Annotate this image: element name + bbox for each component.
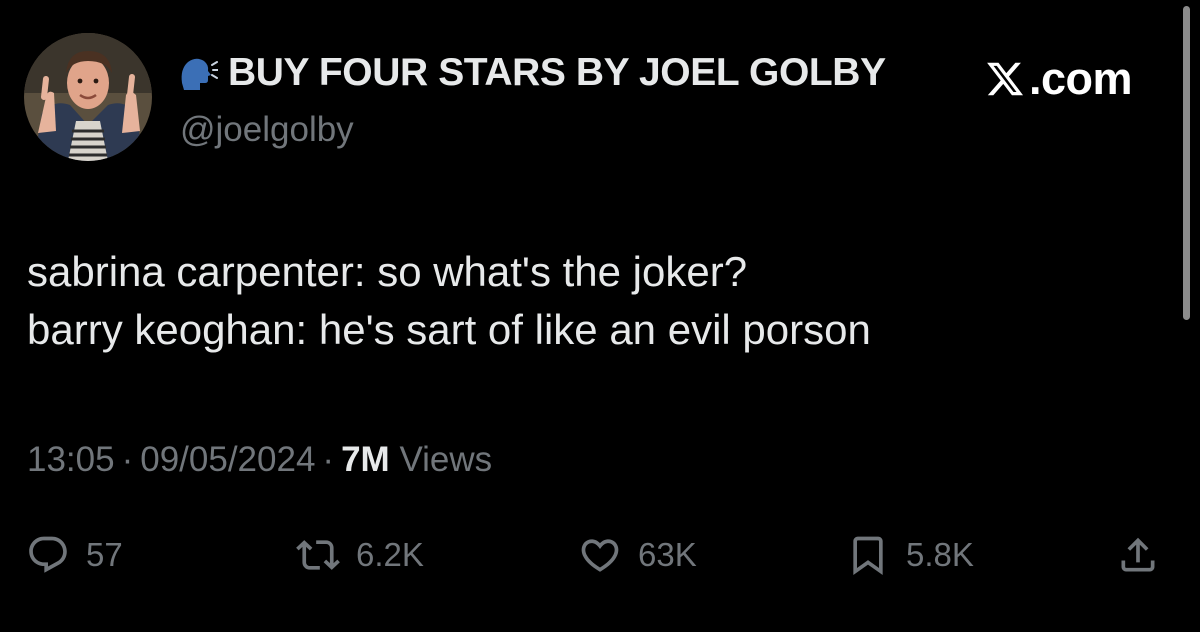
share-icon: [1121, 537, 1155, 572]
x-logo-icon: [987, 62, 1024, 96]
tweet-line: barry keoghan: he's sart of like an evil…: [27, 306, 871, 353]
meta-separator: ·: [121, 440, 134, 479]
like-count: 63K: [638, 536, 697, 573]
tweet-time[interactable]: 13:05: [27, 440, 115, 479]
tweet-line: sabrina carpenter: so what's the joker?: [27, 248, 748, 295]
bookmark-icon: [853, 536, 883, 576]
repost-count: 6.2K: [356, 536, 424, 573]
avatar-photo: [24, 33, 152, 161]
repost-button[interactable]: 6.2K: [296, 530, 424, 580]
speaking-head-icon: [181, 58, 218, 90]
avatar[interactable]: [24, 33, 152, 161]
action-bar: 57 6.2K 63K 5.8K: [0, 530, 1200, 580]
bookmark-button[interactable]: 5.8K: [846, 530, 974, 580]
display-name-row: BUY FOUR STARS BY JOEL GOLBY: [178, 50, 886, 96]
tweet-date[interactable]: 09/05/2024: [140, 440, 315, 479]
x-brand: .com: [985, 53, 1133, 104]
reply-count: 57: [86, 536, 123, 573]
reply-icon: [29, 536, 67, 573]
like-button[interactable]: 63K: [578, 530, 697, 580]
reply-button[interactable]: 57: [26, 530, 123, 580]
brand-text: .com: [1029, 53, 1133, 104]
display-name[interactable]: BUY FOUR STARS BY JOEL GOLBY: [228, 51, 886, 95]
share-button[interactable]: [1116, 530, 1160, 580]
bookmark-count: 5.8K: [906, 536, 974, 573]
views-label: Views: [399, 440, 493, 479]
user-handle[interactable]: @joelgolby: [180, 110, 354, 150]
scrollbar[interactable]: [1183, 6, 1190, 320]
heart-icon: [581, 539, 619, 572]
repost-icon: [296, 540, 340, 570]
tweet-meta: 13:05 · 09/05/2024 · 7M Views: [27, 440, 492, 480]
views-count: 7M: [341, 440, 390, 479]
meta-separator: ·: [322, 440, 335, 479]
tweet-text: sabrina carpenter: so what's the joker? …: [27, 243, 871, 359]
